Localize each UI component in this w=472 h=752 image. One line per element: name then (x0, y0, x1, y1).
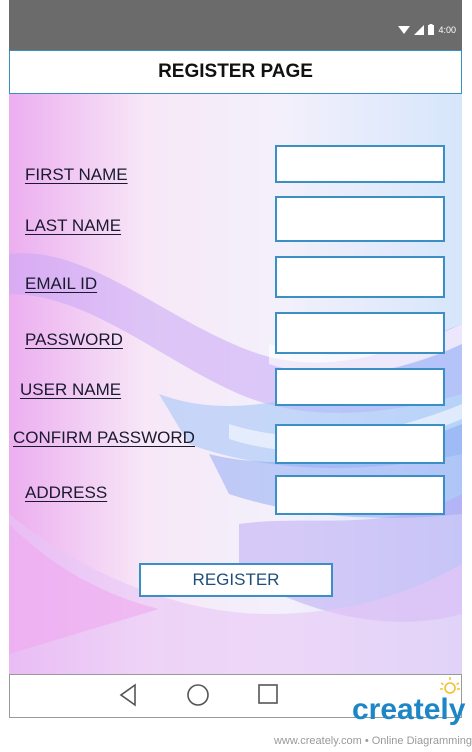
status-time: 4:00 (438, 24, 456, 35)
back-triangle-icon[interactable] (118, 683, 138, 707)
battery-icon (428, 24, 435, 35)
address-input[interactable] (275, 475, 445, 515)
phone-frame: 4:00 REGISTER PAGE FIRST NAME LAST NAME … (9, 0, 462, 718)
address-label: ADDRESS (25, 483, 108, 502)
confirm-password-input[interactable] (275, 424, 445, 464)
signal-icon (414, 24, 425, 35)
confirm-password-label: CONFIRM PASSWORD (13, 428, 195, 447)
home-circle-icon[interactable] (186, 683, 210, 707)
recents-square-icon[interactable] (257, 683, 279, 705)
password-label: PASSWORD (25, 330, 123, 349)
status-icons: 4:00 (398, 24, 456, 35)
register-button[interactable]: REGISTER (139, 563, 333, 597)
user-name-label: USER NAME (20, 380, 122, 399)
creately-logo: creately (352, 675, 472, 726)
creately-brand: creately (352, 693, 466, 726)
password-input[interactable] (275, 312, 445, 354)
last-name-label: LAST NAME (25, 216, 122, 235)
email-id-input[interactable] (275, 256, 445, 298)
first-name-input[interactable] (275, 145, 445, 183)
user-name-input[interactable] (275, 368, 445, 406)
page-title: REGISTER PAGE (158, 61, 313, 82)
watermark-tagline: www.creately.com • Online Diagramming (273, 735, 472, 747)
email-id-label: EMAIL ID (25, 274, 98, 293)
first-name-label: FIRST NAME (25, 165, 128, 184)
form-area: FIRST NAME LAST NAME EMAIL ID PASSWORD U… (9, 94, 462, 674)
last-name-input[interactable] (275, 196, 445, 242)
title-bar: REGISTER PAGE (9, 50, 462, 94)
wifi-icon (398, 25, 411, 34)
status-bar: 4:00 (9, 0, 462, 50)
